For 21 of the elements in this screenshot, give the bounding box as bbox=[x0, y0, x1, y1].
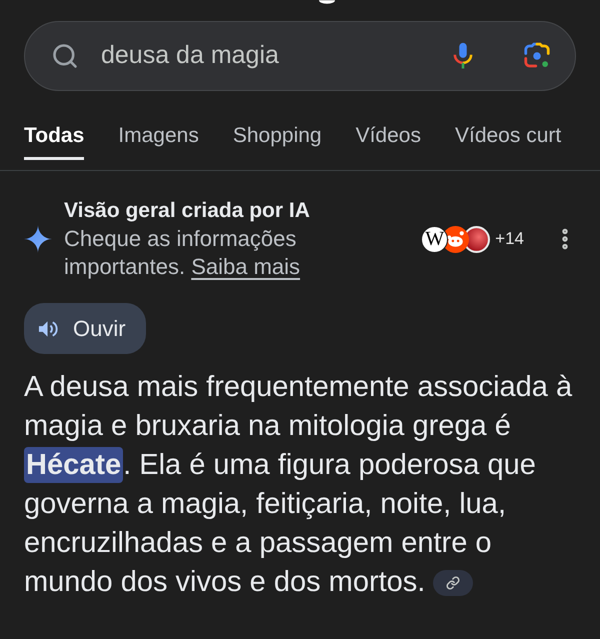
overview-title: Visão geral criada por IA bbox=[64, 198, 311, 224]
link-icon bbox=[446, 576, 460, 590]
source-avatar[interactable]: W bbox=[421, 226, 448, 252]
tab[interactable]: Todas bbox=[24, 115, 84, 160]
search-icon bbox=[51, 42, 79, 70]
logo-edge-drawing bbox=[319, 0, 335, 4]
search-query: deusa da magia bbox=[101, 40, 280, 72]
notice-text: Cheque as informações importantes. Saiba mais bbox=[64, 225, 302, 281]
sparkle-icon bbox=[24, 225, 52, 253]
speaker-icon bbox=[38, 320, 58, 338]
tab[interactable]: Vídeos bbox=[356, 115, 421, 160]
learn-more-link[interactable]: Saiba mais bbox=[191, 254, 300, 279]
tab[interactable]: Vídeos curt bbox=[454, 115, 562, 160]
source-count[interactable]: +14 bbox=[495, 226, 524, 252]
tab[interactable]: Imagens bbox=[118, 115, 199, 160]
answer-text: A deusa mais frequentemente associada à magia e bruxaria na mitologia grega é Hécate. Ela é uma figura poderosa que governa a magia, feitiçaria, noite, lua, encruzilhadas e a passagem entre o mundo dos vivos e dos mortos. bbox=[24, 370, 574, 600]
tab[interactable]: Shopping bbox=[232, 115, 322, 160]
microphone-icon[interactable] bbox=[453, 41, 473, 71]
listen-button[interactable]: Ouvir bbox=[24, 303, 146, 354]
search-field[interactable]: deusa da magia bbox=[24, 21, 576, 91]
source-link-button[interactable] bbox=[433, 570, 474, 596]
